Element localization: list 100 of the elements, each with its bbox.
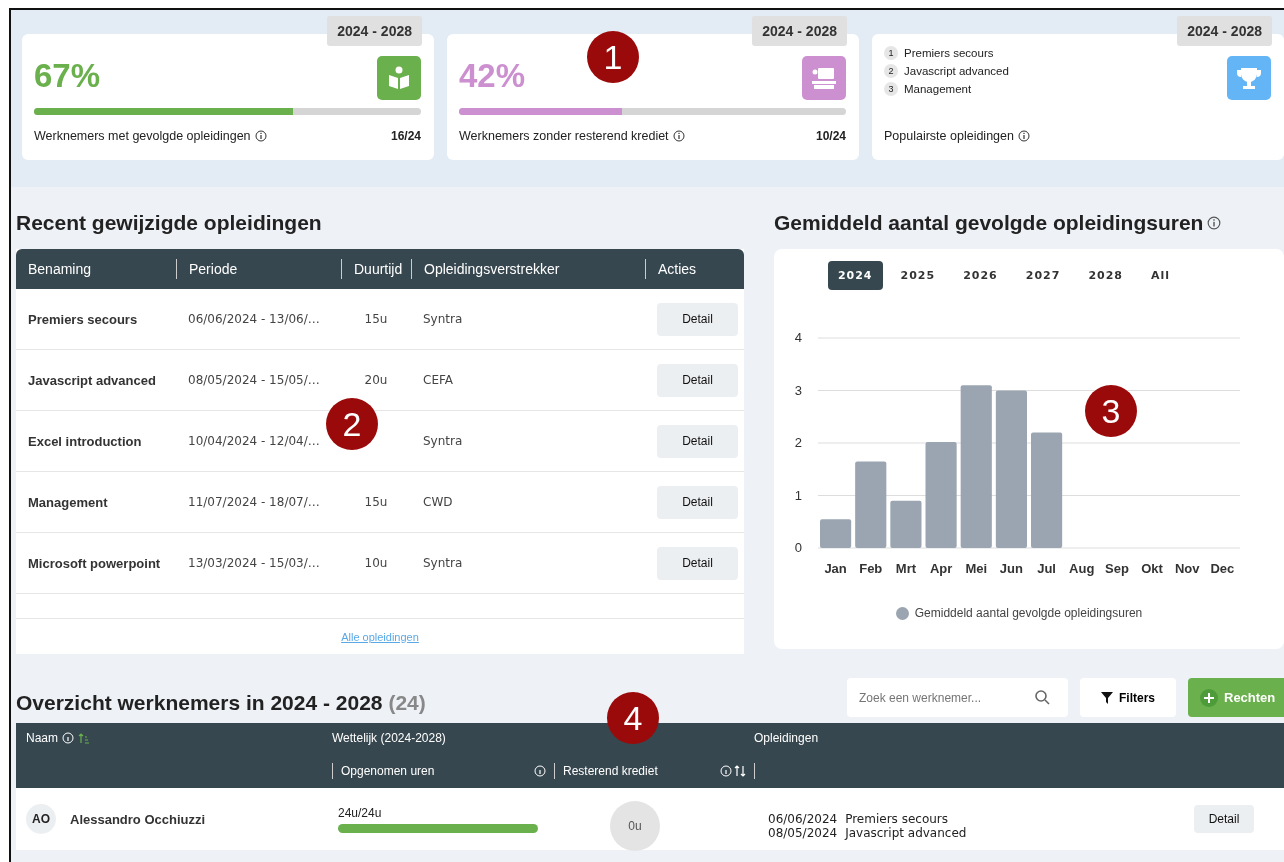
y-tick-label: 4	[794, 330, 802, 345]
column-header: Benaming	[27, 261, 93, 277]
x-tick-label: Okt	[1141, 561, 1163, 576]
filter-icon	[1101, 691, 1113, 704]
table-cell-text: 10/04/2024 - 12/04/…	[187, 434, 321, 448]
table-cell-text: Excel introduction	[27, 433, 143, 449]
year-tab[interactable]: All	[1141, 261, 1181, 290]
period-tag: 2024 - 2028	[752, 16, 847, 46]
year-tab[interactable]: 2024	[827, 261, 883, 290]
percentage: 42%	[459, 57, 526, 94]
table-cell: 15u	[364, 312, 388, 326]
table-cell-text: Syntra	[422, 434, 464, 448]
x-tick-label: Dec	[1210, 561, 1235, 576]
table-cell-text: Management	[27, 494, 109, 510]
detail-button[interactable]: Detail	[657, 363, 738, 397]
detail-button[interactable]: Detail	[657, 302, 738, 336]
year-tab[interactable]: 2028	[1078, 261, 1134, 290]
card-label: Werknemers zonder resterend krediet	[459, 129, 669, 143]
x-tick-label: Mei	[965, 561, 988, 576]
table-cell: 20u	[364, 373, 388, 387]
info-icon[interactable]	[1017, 130, 1030, 142]
ranking-item: Management	[904, 83, 972, 95]
x-tick-label: Jul	[1037, 561, 1056, 576]
table-cell-text: Microsoft powerpoint	[27, 555, 162, 571]
card-label: Werknemers met gevolgde opleidingen	[34, 129, 251, 143]
info-icon[interactable]	[1207, 216, 1222, 230]
column-header: Opgenomen uren	[341, 763, 435, 778]
detail-button[interactable]: Detail	[657, 485, 738, 519]
period-tag: 2024 - 2028	[1177, 16, 1272, 46]
column-header: Periode	[176, 259, 341, 279]
training-date: 06/06/2024	[768, 812, 838, 826]
detail-button[interactable]: Detail	[657, 546, 738, 580]
table-cell-text: Syntra	[422, 312, 464, 326]
rank-number: 3	[884, 82, 898, 96]
table-cell-text: CEFA	[422, 373, 454, 387]
count: 10/24	[815, 129, 846, 143]
count: 16/24	[390, 129, 421, 143]
table-cell: 15u	[364, 495, 388, 509]
employee-count: (24)	[388, 690, 426, 714]
table-cell: 10u	[364, 556, 388, 570]
column-header: Opleidingsverstrekker	[411, 259, 645, 279]
filters-button[interactable]: Filters	[1080, 678, 1176, 717]
hours-text: 24u/24u	[338, 805, 383, 820]
x-tick-label: Sep	[1105, 561, 1129, 576]
x-tick-label: Mrt	[895, 561, 917, 576]
rank-number: 2	[884, 64, 898, 78]
remaining-badge: 0u	[610, 801, 660, 851]
search-field[interactable]: Zoek een werknemer...	[847, 678, 1068, 717]
bar	[890, 500, 922, 548]
training-date: 08/05/2024	[768, 826, 838, 840]
section-title: Gemiddeld aantal gevolgde opleidingsuren	[774, 211, 1204, 235]
table-cell-text: 13/03/2024 - 15/03/…	[187, 556, 321, 570]
info-icon[interactable]	[254, 130, 267, 142]
y-tick-label: 1	[794, 487, 802, 503]
legend-label: Gemiddeld aantal gevolgde opleidingsuren	[914, 606, 1143, 620]
column-header: Wettelijk (2024-2028)	[332, 731, 447, 745]
avatar: AO	[26, 804, 56, 834]
x-tick-label: Feb	[859, 561, 883, 576]
table-cell-text: 11/07/2024 - 18/07/…	[187, 495, 321, 509]
bar	[820, 519, 852, 548]
period-tag: 2024 - 2028	[327, 16, 422, 46]
column-header: Duurtijd	[341, 259, 411, 279]
table-cell-text: CWD	[422, 495, 454, 509]
table-cell-text: 06/06/2024 - 13/06/…	[187, 312, 321, 326]
legend-dot	[895, 606, 909, 620]
x-tick-label: Nov	[1174, 561, 1200, 576]
callout-marker: 4	[607, 692, 659, 744]
ranking-item: Premiers secours	[904, 47, 994, 59]
x-tick-label: Jun	[999, 561, 1023, 576]
table-cell-text: Syntra	[422, 556, 464, 570]
detail-button[interactable]: Detail	[657, 424, 738, 458]
year-tab[interactable]: 2026	[953, 261, 1008, 290]
year-tab[interactable]: 2025	[890, 261, 946, 290]
x-tick-label: Jan	[824, 561, 847, 576]
training-name: Javascript advanced	[845, 826, 967, 840]
column-header: Resterend krediet	[563, 763, 658, 778]
percentage: 67%	[34, 57, 101, 94]
search-icon	[1034, 689, 1050, 705]
table-cell-text: Premiers secours	[27, 311, 139, 327]
x-tick-label: Aug	[1069, 561, 1095, 576]
detail-button[interactable]: Detail	[1194, 805, 1254, 833]
year-tab[interactable]: 2027	[1015, 261, 1071, 290]
employee-name: Alessandro Occhiuzzi	[70, 811, 206, 827]
section-title: Recent gewijzigde opleidingen	[16, 211, 323, 235]
training-name: Premiers secours	[845, 812, 949, 826]
plus-icon	[1200, 688, 1218, 707]
x-tick-label: Apr	[929, 561, 953, 576]
table-cell-text: Javascript advanced	[27, 372, 157, 388]
y-tick-label: 3	[794, 382, 802, 398]
info-icon[interactable]	[672, 130, 685, 142]
column-header: Acties	[645, 259, 744, 279]
section-title: Overzicht werknemers in 2024 - 2028	[16, 690, 383, 714]
y-tick-label: 2	[794, 435, 802, 450]
rank-number: 1	[884, 46, 898, 60]
column-header: Naam	[26, 731, 58, 745]
ranking-item: Javascript advanced	[904, 65, 1009, 77]
y-tick-label: 0	[794, 540, 802, 555]
column-header: Opleidingen	[754, 731, 820, 745]
table-cell-text: 08/05/2024 - 15/05/…	[187, 373, 321, 387]
card-label: Populairste opleidingen	[884, 129, 1014, 143]
